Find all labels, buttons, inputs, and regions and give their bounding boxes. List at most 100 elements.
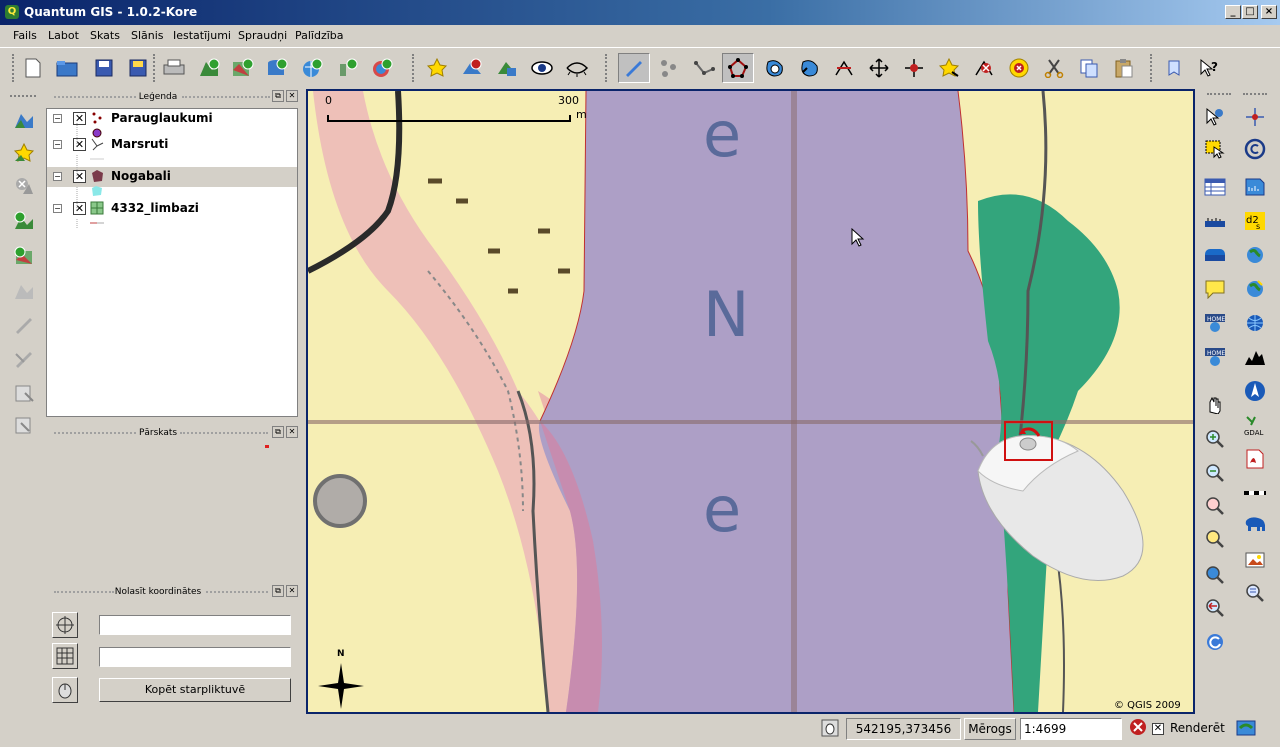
zoom-selection-icon[interactable] <box>1201 525 1229 553</box>
hide-all-icon[interactable] <box>563 54 591 82</box>
move-feature-icon[interactable] <box>760 54 788 82</box>
map-tips-icon[interactable] <box>1201 275 1229 303</box>
minimize-button[interactable]: _ <box>1225 5 1241 19</box>
whats-this-icon[interactable]: ? <box>1195 54 1223 82</box>
scale-input[interactable]: 1:4699 <box>1020 718 1122 740</box>
add-feature-layer-icon[interactable] <box>10 207 38 235</box>
postgres-elephant-icon[interactable] <box>1241 511 1269 539</box>
menu-skats[interactable]: Skats <box>90 29 120 42</box>
copy-to-clipboard-button[interactable]: Kopēt starpliktuvē <box>99 678 291 702</box>
render-checkbox[interactable]: ✕ <box>1152 723 1164 735</box>
legend-close-button[interactable]: ✕ <box>286 90 298 102</box>
projection-icon[interactable] <box>1236 718 1258 740</box>
add-wms-icon[interactable] <box>298 54 326 82</box>
mouse-capture-icon[interactable] <box>52 677 78 703</box>
capture-line-icon[interactable] <box>690 54 718 82</box>
pan-icon[interactable] <box>1201 390 1229 418</box>
edit-icon[interactable] <box>618 53 650 83</box>
paste-icon[interactable] <box>1110 54 1138 82</box>
vertex-tool-icon[interactable] <box>900 54 928 82</box>
toolbar-grip[interactable] <box>1150 54 1154 82</box>
zoom-full-icon[interactable] <box>1201 492 1229 520</box>
cut-icon[interactable] <box>1040 54 1068 82</box>
coords-field-2[interactable] <box>99 647 291 667</box>
add-raster-layer-icon[interactable] <box>10 242 38 270</box>
toolbar-grip[interactable] <box>412 54 416 82</box>
capture-polygon-icon[interactable] <box>722 53 754 83</box>
maximize-button[interactable]: □ <box>1242 5 1258 19</box>
zoom-out-icon[interactable] <box>1201 459 1229 487</box>
menu-slanis[interactable]: Slānis <box>131 29 164 42</box>
north-arrow-icon[interactable] <box>1241 377 1269 405</box>
georeferencer-icon[interactable] <box>1241 103 1269 131</box>
remove-layer-icon[interactable] <box>458 54 486 82</box>
crs-grid-icon[interactable] <box>52 643 78 669</box>
add-spatialite-icon[interactable] <box>333 54 361 82</box>
dxf2shp-icon[interactable]: d2 s <box>1241 207 1269 235</box>
home-icon[interactable]: HOME <box>1201 309 1229 337</box>
pdf-export-icon[interactable] <box>1241 445 1269 473</box>
wms-globe-icon[interactable] <box>1241 241 1269 269</box>
menu-palidziba[interactable]: Palīdzība <box>295 29 344 42</box>
terrain-profile-icon[interactable] <box>1241 343 1269 371</box>
measure-line-icon[interactable] <box>1201 207 1229 235</box>
toolbar-grip[interactable] <box>1207 93 1231 97</box>
stop-render-icon[interactable] <box>1129 718 1147 740</box>
save-file-icon[interactable] <box>1241 173 1269 201</box>
attribute-table-icon[interactable] <box>1201 173 1229 201</box>
gps-globe-icon[interactable] <box>1241 275 1269 303</box>
identify-icon[interactable] <box>1201 103 1229 131</box>
help-icon[interactable] <box>1160 54 1188 82</box>
overview-close-button[interactable]: ✕ <box>286 426 298 438</box>
image-export-icon[interactable] <box>1241 546 1269 574</box>
toolbar-grip[interactable] <box>10 95 36 99</box>
show-all-icon[interactable] <box>528 54 556 82</box>
gray-tool-4-icon[interactable] <box>10 379 38 407</box>
toolbar-grip[interactable] <box>153 54 157 82</box>
add-raster-icon[interactable] <box>229 54 257 82</box>
overview-float-button[interactable]: ⧉ <box>272 426 284 438</box>
coords-close-button[interactable]: ✕ <box>286 585 298 597</box>
search-layers-icon[interactable] <box>1241 579 1269 607</box>
toolbar-grip[interactable] <box>1243 93 1267 97</box>
add-island-icon[interactable] <box>830 54 858 82</box>
coords-float-button[interactable]: ⧉ <box>272 585 284 597</box>
gray-tool-2-icon[interactable] <box>10 311 38 339</box>
add-postgis-icon[interactable] <box>263 54 291 82</box>
map-canvas[interactable]: e N e 0 300 m N © QGIS 2009 <box>306 89 1195 714</box>
refresh-icon[interactable] <box>1201 628 1229 656</box>
menu-labot[interactable]: Labot <box>48 29 79 42</box>
delete-selected-icon[interactable] <box>1005 54 1033 82</box>
overview-icon[interactable] <box>493 54 521 82</box>
zoom-layer-icon[interactable] <box>1201 561 1229 589</box>
legend-float-button[interactable]: ⧉ <box>272 90 284 102</box>
add-vertex-icon[interactable] <box>935 54 963 82</box>
measure-area-icon[interactable] <box>1201 241 1229 269</box>
new-layer-icon[interactable] <box>423 54 451 82</box>
home-set-icon[interactable]: HOME <box>1201 343 1229 371</box>
menu-spraudni[interactable]: Spraudņi <box>238 29 287 42</box>
gray-tool-1-icon[interactable] <box>10 277 38 305</box>
zoom-in-icon[interactable] <box>1201 425 1229 453</box>
menu-fails[interactable]: Fails <box>13 29 37 42</box>
gdal-tools-icon[interactable]: GDAL <box>1241 412 1269 440</box>
save-as-icon[interactable] <box>124 54 152 82</box>
open-project-icon[interactable] <box>53 54 81 82</box>
copy-icon[interactable] <box>1075 54 1103 82</box>
toolbar-grip[interactable] <box>605 54 609 82</box>
add-vector-icon[interactable] <box>195 54 223 82</box>
scale-bar-icon[interactable] <box>1241 479 1269 507</box>
gray-tool-5-icon[interactable] <box>10 411 38 439</box>
save-project-icon[interactable] <box>90 54 118 82</box>
toolbar-grip[interactable] <box>12 54 16 82</box>
mouse-coords-toggle-icon[interactable] <box>820 718 842 740</box>
split-icon[interactable] <box>865 54 893 82</box>
zoom-last-icon[interactable] <box>1201 594 1229 622</box>
gray-tool-3-icon[interactable] <box>10 345 38 373</box>
new-shapefile-icon[interactable] <box>10 139 38 167</box>
menu-iestatijumi[interactable]: Iestatījumi <box>173 29 231 42</box>
digitize-layer-icon[interactable] <box>10 106 38 134</box>
overview-panel[interactable] <box>46 441 298 581</box>
globe-grid-icon[interactable] <box>1241 309 1269 337</box>
capture-coords-icon[interactable] <box>52 612 78 638</box>
